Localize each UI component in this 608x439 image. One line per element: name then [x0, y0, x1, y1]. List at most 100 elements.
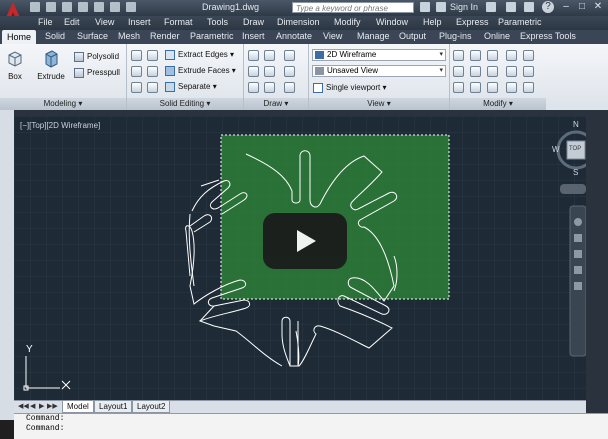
- save-as-icon[interactable]: [78, 2, 88, 12]
- break-icon[interactable]: [523, 82, 534, 93]
- maximize-icon[interactable]: □: [576, 1, 588, 13]
- line-icon[interactable]: [248, 50, 259, 61]
- spline-icon[interactable]: [248, 66, 259, 77]
- showmotion-icon[interactable]: [574, 282, 582, 290]
- union-icon[interactable]: [131, 50, 142, 61]
- mirror-icon[interactable]: [506, 50, 517, 61]
- menu-draw[interactable]: Draw: [243, 17, 264, 27]
- tab-mesh[interactable]: Mesh: [118, 31, 140, 41]
- viewport-config-button[interactable]: Single viewport ▾: [313, 83, 387, 93]
- join-icon[interactable]: [506, 82, 517, 93]
- tab-layout2[interactable]: Layout2: [132, 401, 171, 413]
- menu-tools[interactable]: Tools: [207, 17, 228, 27]
- menu-parametric[interactable]: Parametric: [498, 17, 542, 27]
- first-tab-icon[interactable]: ◀◀: [18, 402, 29, 410]
- menu-window[interactable]: Window: [376, 17, 408, 27]
- thicken-icon[interactable]: [147, 82, 158, 93]
- video-play-button[interactable]: [263, 213, 347, 269]
- circle-icon[interactable]: [284, 66, 295, 77]
- polysolid-button[interactable]: Polysolid: [74, 52, 119, 62]
- modeling-panel-title[interactable]: Modeling ▾: [0, 98, 126, 110]
- open-icon[interactable]: [46, 2, 56, 12]
- drawing-canvas[interactable]: [−][Top][2D Wireframe] N W S TOP Y X: [14, 116, 586, 400]
- rectangle-icon[interactable]: [264, 66, 275, 77]
- polygon-icon[interactable]: [248, 82, 259, 93]
- move-icon[interactable]: [487, 50, 498, 61]
- tab-view[interactable]: View: [323, 31, 342, 41]
- pan-icon[interactable]: [574, 234, 582, 242]
- intersect-icon[interactable]: [131, 82, 142, 93]
- presspull-button[interactable]: Presspull: [74, 68, 120, 78]
- binoculars-icon[interactable]: [420, 2, 430, 12]
- arc-icon[interactable]: [284, 50, 295, 61]
- visual-style-dropdown[interactable]: 2D Wireframe ▾: [312, 49, 446, 61]
- extrude-faces-button[interactable]: Extrude Faces ▾: [165, 66, 236, 76]
- command-line[interactable]: Command: Command:: [14, 413, 608, 439]
- tab-layout1[interactable]: Layout1: [94, 401, 133, 413]
- array-icon[interactable]: [453, 82, 464, 93]
- tab-parametric[interactable]: Parametric: [190, 31, 234, 41]
- tab-home[interactable]: Home: [2, 30, 37, 44]
- menu-express[interactable]: Express: [456, 17, 489, 27]
- offset-icon[interactable]: [523, 66, 534, 77]
- user-icon[interactable]: [436, 2, 446, 12]
- erase-icon[interactable]: [453, 50, 464, 61]
- subtract-icon[interactable]: [131, 66, 142, 77]
- polyline-icon[interactable]: [264, 50, 275, 61]
- tab-annotate[interactable]: Annotate: [276, 31, 312, 41]
- navbar-button[interactable]: [560, 184, 586, 194]
- saved-view-dropdown[interactable]: Unsaved View ▾: [312, 65, 446, 77]
- menu-format[interactable]: Format: [164, 17, 193, 27]
- close-icon[interactable]: ✕: [592, 1, 604, 13]
- extract-edges-button[interactable]: Extract Edges ▾: [165, 50, 234, 60]
- menu-help[interactable]: Help: [423, 17, 442, 27]
- modify-panel-title[interactable]: Modify ▾: [450, 98, 546, 110]
- menu-edit[interactable]: Edit: [64, 17, 80, 27]
- viewport-controls-label[interactable]: [−][Top][2D Wireframe]: [20, 121, 100, 130]
- steering-wheel-icon[interactable]: [574, 218, 582, 226]
- menu-insert[interactable]: Insert: [128, 17, 151, 27]
- hatch-icon[interactable]: [264, 82, 275, 93]
- tab-manage[interactable]: Manage: [357, 31, 390, 41]
- draw-panel-title[interactable]: Draw ▾: [244, 98, 308, 110]
- trim-icon[interactable]: [523, 50, 534, 61]
- undo-icon[interactable]: [110, 2, 120, 12]
- star-icon[interactable]: [524, 2, 534, 12]
- menu-view[interactable]: View: [95, 17, 114, 27]
- tab-model[interactable]: Model: [62, 401, 94, 413]
- x-icon[interactable]: [506, 2, 516, 12]
- tab-express-tools[interactable]: Express Tools: [520, 31, 576, 41]
- scale-icon[interactable]: [453, 66, 464, 77]
- extrude-button[interactable]: Extrude: [34, 48, 68, 81]
- tab-solid[interactable]: Solid: [45, 31, 65, 41]
- sign-in-button[interactable]: Sign In: [450, 2, 478, 12]
- orbit-icon[interactable]: [574, 266, 582, 274]
- ellipse-icon[interactable]: [284, 82, 295, 93]
- align-icon[interactable]: [487, 82, 498, 93]
- interfere-icon[interactable]: [147, 66, 158, 77]
- menu-file[interactable]: File: [38, 17, 53, 27]
- fillet-icon[interactable]: [506, 66, 517, 77]
- separate-button[interactable]: Separate ▾: [165, 82, 217, 92]
- menu-modify[interactable]: Modify: [334, 17, 361, 27]
- last-tab-icon[interactable]: ▶▶: [47, 402, 58, 410]
- exchange-icon[interactable]: [486, 2, 496, 12]
- print-icon[interactable]: [94, 2, 104, 12]
- view-panel-title[interactable]: View ▾: [309, 98, 449, 110]
- save-icon[interactable]: [62, 2, 72, 12]
- help-icon[interactable]: ?: [542, 1, 554, 13]
- tab-insert[interactable]: Insert: [242, 31, 265, 41]
- stretch-icon[interactable]: [487, 66, 498, 77]
- next-tab-icon[interactable]: ▶: [39, 402, 44, 410]
- minimize-icon[interactable]: –: [560, 1, 572, 13]
- explode-icon[interactable]: [470, 82, 481, 93]
- navigation-bar[interactable]: [569, 205, 586, 357]
- tab-surface[interactable]: Surface: [77, 31, 108, 41]
- copy-icon[interactable]: [470, 50, 481, 61]
- box-button[interactable]: Box: [2, 48, 28, 81]
- zoom-icon[interactable]: [574, 250, 582, 258]
- redo-icon[interactable]: [126, 2, 136, 12]
- slice-icon[interactable]: [147, 50, 158, 61]
- tab-render[interactable]: Render: [150, 31, 180, 41]
- prev-tab-icon[interactable]: ◀: [30, 402, 35, 410]
